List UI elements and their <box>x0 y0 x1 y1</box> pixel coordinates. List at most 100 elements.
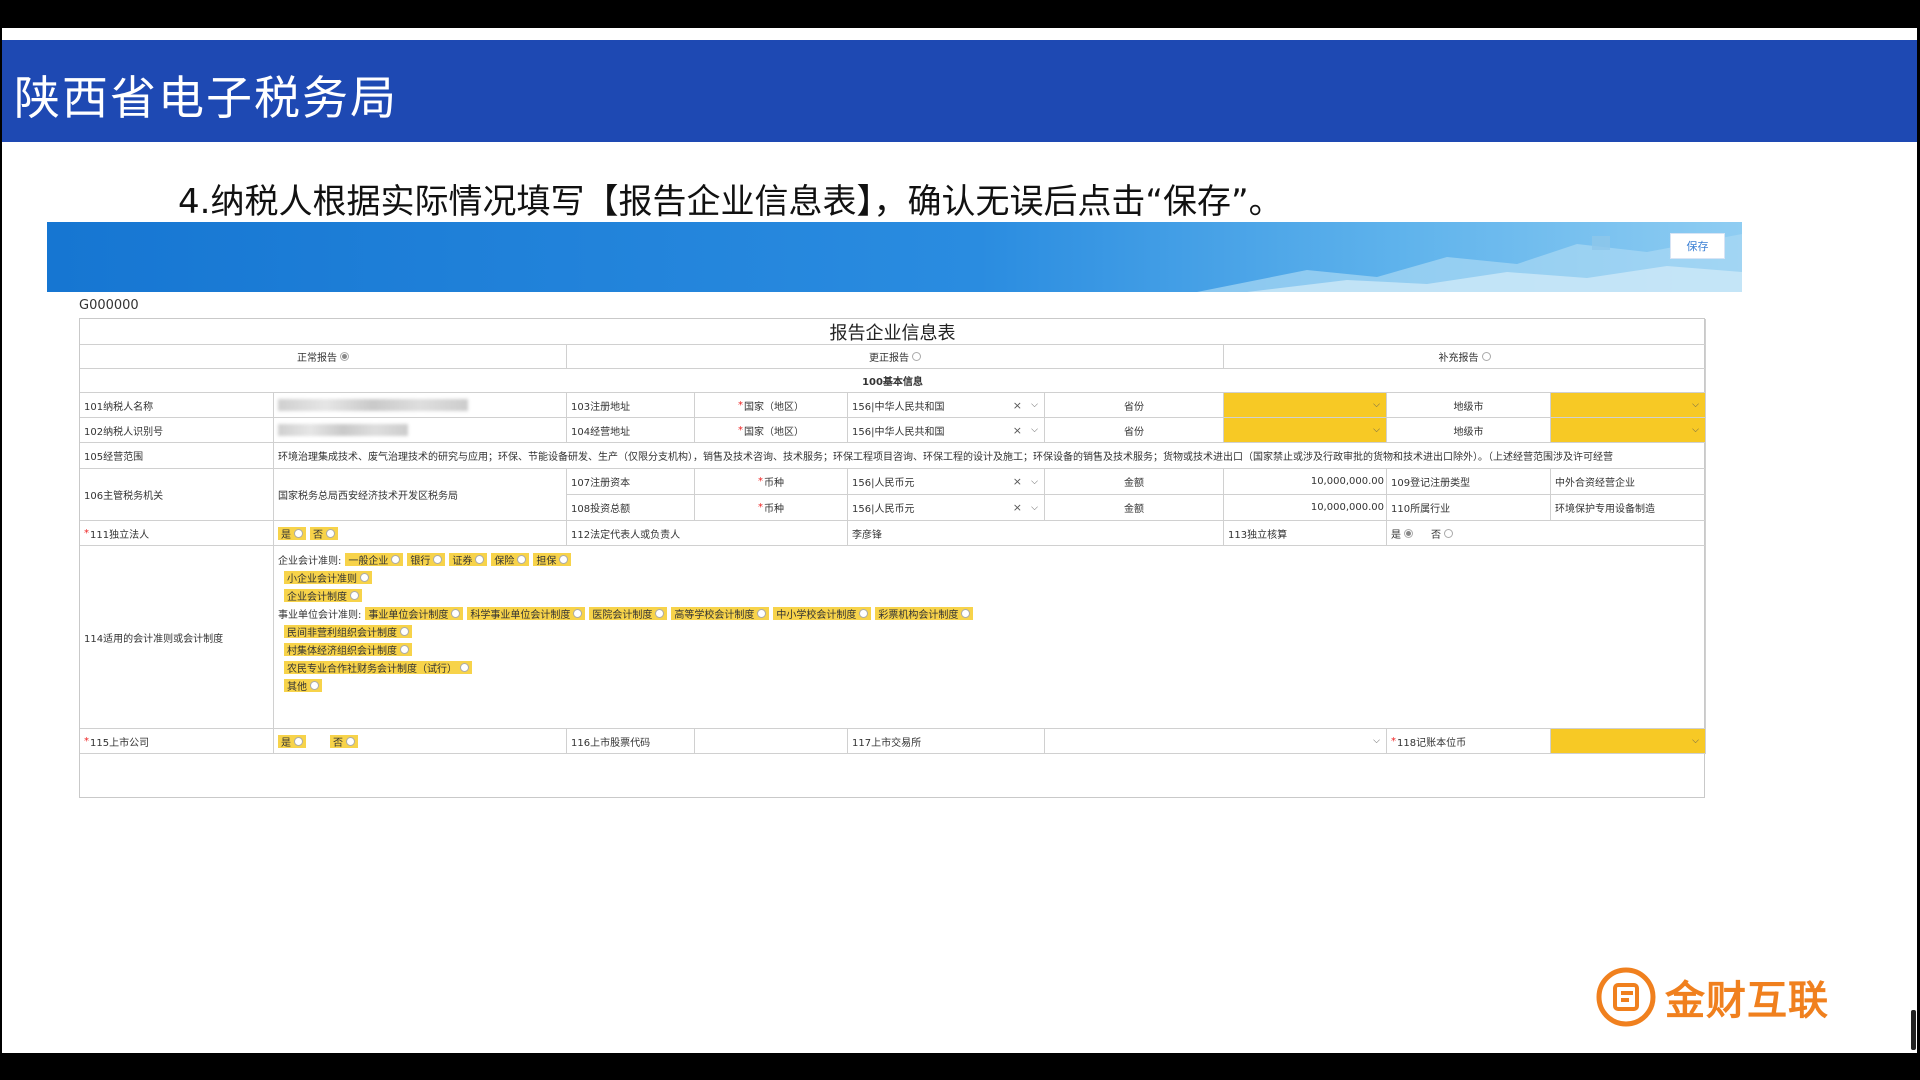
chevron-down-icon[interactable]: ⌵ <box>1031 503 1038 513</box>
option-village[interactable]: 村集体经济组织会计制度 <box>284 642 412 657</box>
option-school-radio[interactable] <box>859 608 869 618</box>
scrollbar-thumb[interactable] <box>1911 1010 1916 1050</box>
f103-country-select[interactable]: 156|中华人民共和国 × ⌵ <box>848 393 1045 418</box>
f112-label: 112法定代表人或负责人 <box>567 521 848 546</box>
option-science-unit[interactable]: 科学事业单位会计制度 <box>467 606 586 621</box>
chevron-down-icon[interactable]: ⌵ <box>1373 736 1380 746</box>
chevron-down-icon[interactable]: ⌵ <box>1373 425 1380 435</box>
f104-city-select[interactable]: ⌵ <box>1551 418 1706 443</box>
f115-yes-label: 是 <box>281 737 291 749</box>
chevron-down-icon[interactable]: ⌵ <box>1031 400 1038 410</box>
option-public-unit[interactable]: 事业单位会计制度 <box>365 606 464 621</box>
f111-no-radio[interactable] <box>326 528 335 538</box>
option-small-enterprise-radio[interactable] <box>360 572 369 582</box>
f108-amount-input[interactable]: 10,000,000.00 <box>1224 495 1387 521</box>
f111-yes[interactable]: 是 <box>278 526 306 541</box>
f113-yes-radio[interactable] <box>1404 528 1413 538</box>
f109-value[interactable]: 中外合资经营企业 <box>1551 469 1706 495</box>
clear-icon[interactable]: × <box>1013 424 1022 437</box>
f117-select[interactable]: ⌵ <box>1045 729 1387 754</box>
option-bank[interactable]: 银行 <box>407 552 446 567</box>
option-enterprise-system[interactable]: 企业会计制度 <box>284 588 362 603</box>
f116-input[interactable] <box>695 729 848 754</box>
option-insurance[interactable]: 保险 <box>491 552 530 567</box>
f101-value[interactable] <box>274 393 567 418</box>
chevron-down-icon[interactable]: ⌵ <box>1031 425 1038 435</box>
option-hospital-radio[interactable] <box>655 608 665 618</box>
f104-country-label: * 国家（地区） <box>695 418 848 443</box>
option-school[interactable]: 中小学校会计制度 <box>773 606 872 621</box>
option-coop-radio[interactable] <box>460 662 469 672</box>
option-coop[interactable]: 农民专业合作社财务会计制度（试行） <box>284 660 472 675</box>
chevron-down-icon[interactable]: ⌵ <box>1031 477 1038 487</box>
option-university-radio[interactable] <box>757 608 767 618</box>
option-general-enterprise[interactable]: 一般企业 <box>345 552 404 567</box>
option-general-enterprise-radio[interactable] <box>391 554 401 564</box>
option-nonprofit-radio[interactable] <box>400 626 409 636</box>
clear-icon[interactable]: × <box>1013 501 1022 514</box>
f115-yes[interactable]: 是 <box>278 734 306 749</box>
f103-city-select[interactable]: ⌵ <box>1551 393 1706 418</box>
clear-icon[interactable]: × <box>1013 399 1022 412</box>
chevron-down-icon[interactable]: ⌵ <box>1373 400 1380 410</box>
f111-yes-label: 是 <box>281 529 291 541</box>
option-securities[interactable]: 证券 <box>449 552 488 567</box>
section-basic-info: 100基本信息 <box>80 369 1706 393</box>
report-type-supplement[interactable]: 补充报告 <box>1224 345 1706 369</box>
option-other[interactable]: 其他 <box>284 678 322 693</box>
f115-no[interactable]: 否 <box>330 734 358 749</box>
f113-no-radio[interactable] <box>1444 528 1453 538</box>
option-guarantee[interactable]: 担保 <box>533 552 572 567</box>
option-nonprofit[interactable]: 民间非营利组织会计制度 <box>284 624 412 639</box>
enterprise-standards-label: 企业会计准则: <box>278 555 342 567</box>
f104-province-select[interactable]: ⌵ <box>1224 418 1387 443</box>
chevron-down-icon[interactable]: ⌵ <box>1692 425 1699 435</box>
option-village-label: 村集体经济组织会计制度 <box>287 645 397 657</box>
option-hospital[interactable]: 医院会计制度 <box>589 606 668 621</box>
option-securities-radio[interactable] <box>475 554 485 564</box>
f104-country-select[interactable]: 156|中华人民共和国 × ⌵ <box>848 418 1045 443</box>
option-science-unit-radio[interactable] <box>573 608 583 618</box>
public-unit-label: 事业单位会计准则: <box>278 609 362 621</box>
chevron-down-icon[interactable]: ⌵ <box>1692 400 1699 410</box>
f108-currency-select[interactable]: 156|人民币元 × ⌵ <box>848 495 1045 521</box>
option-insurance-radio[interactable] <box>517 554 527 564</box>
option-bank-radio[interactable] <box>433 554 443 564</box>
report-type-normal[interactable]: 正常报告 <box>80 345 567 369</box>
f111-no[interactable]: 否 <box>310 526 338 541</box>
option-other-radio[interactable] <box>310 680 319 690</box>
report-type-supplement-label: 补充报告 <box>1438 353 1479 364</box>
f111-no-label: 否 <box>313 529 323 541</box>
report-type-correction[interactable]: 更正报告 <box>567 345 1224 369</box>
f112-value[interactable]: 李彦锋 <box>848 521 1224 546</box>
f111-yes-radio[interactable] <box>294 528 303 538</box>
f115-yes-radio[interactable] <box>294 736 303 746</box>
report-type-correction-radio[interactable] <box>912 352 921 361</box>
option-guarantee-radio[interactable] <box>559 554 569 564</box>
option-enterprise-system-radio[interactable] <box>350 590 359 600</box>
f104-country-value: 156|中华人民共和国 <box>852 426 945 438</box>
f110-value[interactable]: 环境保护专用设备制造 <box>1551 495 1706 521</box>
f118-select[interactable]: ⌵ <box>1551 729 1706 754</box>
option-public-unit-radio[interactable] <box>451 608 461 618</box>
chevron-down-icon[interactable]: ⌵ <box>1692 736 1699 746</box>
option-small-enterprise[interactable]: 小企业会计准则 <box>284 570 372 585</box>
option-village-radio[interactable] <box>400 644 409 654</box>
save-button[interactable]: 保存 <box>1670 233 1725 259</box>
f103-province-select[interactable]: ⌵ <box>1224 393 1387 418</box>
f107-amount-input[interactable]: 10,000,000.00 <box>1224 469 1387 495</box>
village-row: 村集体经济组织会计制度 <box>278 640 1705 658</box>
report-type-normal-radio[interactable] <box>340 352 349 361</box>
report-type-supplement-radio[interactable] <box>1481 352 1491 361</box>
public-unit-row: 事业单位会计准则: 事业单位会计制度 科学事业单位会计制度 医院会计制度 高等学… <box>278 604 1705 622</box>
f107-currency-select[interactable]: 156|人民币元 × ⌵ <box>848 469 1045 495</box>
f115-no-radio[interactable] <box>346 736 355 746</box>
option-university[interactable]: 高等学校会计制度 <box>671 606 770 621</box>
option-lottery[interactable]: 彩票机构会计制度 <box>875 606 974 621</box>
f105-value[interactable]: 环境治理集成技术、废气治理技术的研究与应用；环保、节能设备研发、生产（仅限分支机… <box>274 443 1706 469</box>
coop-row: 农民专业合作社财务会计制度（试行） <box>278 658 1705 676</box>
f115-no-label: 否 <box>333 737 343 749</box>
clear-icon[interactable]: × <box>1013 475 1022 488</box>
option-lottery-radio[interactable] <box>961 608 971 618</box>
f102-value[interactable] <box>274 418 567 443</box>
